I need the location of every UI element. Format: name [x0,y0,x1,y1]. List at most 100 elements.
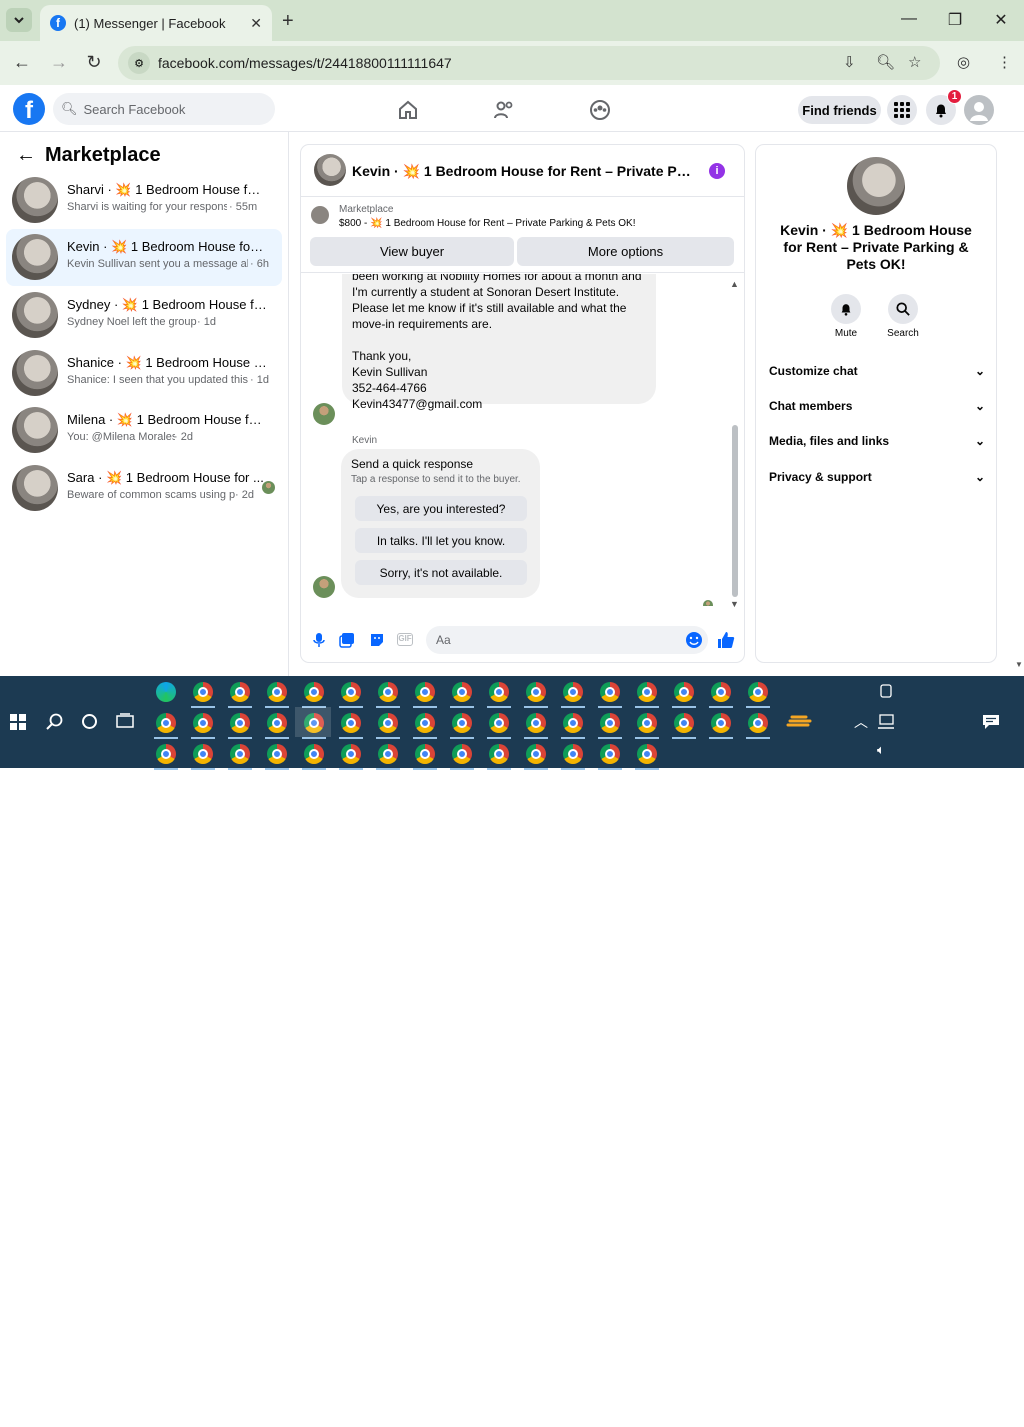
chrome-taskbar-icon[interactable] [452,744,472,764]
install-app-icon[interactable]: ⇩ [843,53,856,71]
chevron-up-icon[interactable]: ︿ [854,712,868,732]
facebook-logo-icon[interactable]: f [13,93,45,125]
chrome-taskbar-icon[interactable] [452,713,472,733]
facebook-search-input[interactable]: 🔍︎ Search Facebook [53,93,275,125]
conversation-item[interactable]: Sara · 💥 1 Bedroom House for ... Beware … [6,460,282,517]
chrome-taskbar-icon[interactable] [637,682,657,702]
chrome-taskbar-icon[interactable] [711,682,731,702]
quick-response-button[interactable]: Yes, are you interested? [355,496,527,521]
sender-avatar[interactable] [313,576,335,598]
reload-icon[interactable]: ↻ [83,52,105,73]
chrome-taskbar-icon[interactable] [341,744,361,764]
conversation-item[interactable]: Sydney · 💥 1 Bedroom House for ... Sydne… [6,287,282,344]
customize-chat-row[interactable]: Customize chat ⌄ [769,361,985,381]
chrome-taskbar-icon[interactable] [230,713,250,733]
chrome-taskbar-icon[interactable] [489,713,509,733]
groups-icon[interactable] [588,98,612,122]
chrome-taskbar-icon[interactable] [600,713,620,733]
conversation-item[interactable]: Kevin · 💥 1 Bedroom House for R... Kevin… [6,229,282,286]
close-window-icon[interactable]: ✕ [989,10,1013,30]
chrome-taskbar-icon[interactable] [526,744,546,764]
chrome-taskbar-icon[interactable] [748,682,768,702]
chrome-taskbar-icon[interactable] [563,682,583,702]
chrome-taskbar-icon[interactable] [267,713,287,733]
device-icon[interactable] [879,684,893,698]
scroll-down-icon[interactable]: ▼ [730,599,739,609]
weather-icon[interactable] [786,711,812,731]
chrome-taskbar-icon[interactable] [267,682,287,702]
conversation-item[interactable]: Shanice · 💥 1 Bedroom House for ... Shan… [6,345,282,402]
account-avatar[interactable] [964,95,994,125]
message-input[interactable]: Aa [426,626,708,654]
listing-detail[interactable]: $800 - 💥 1 Bedroom House for Rent – Priv… [339,218,635,229]
quick-response-button[interactable]: In talks. I'll let you know. [355,528,527,553]
tab-search-button[interactable] [6,8,32,32]
chrome-taskbar-icon[interactable] [193,744,213,764]
scroll-thumb[interactable] [732,425,738,597]
chrome-taskbar-icon[interactable] [156,713,176,733]
chrome-taskbar-icon[interactable] [526,713,546,733]
chat-scrollbar[interactable]: ▲ ▼ [730,279,740,609]
clock-time[interactable]: 8:04 AM [907,1366,961,1380]
minimize-icon[interactable]: — [897,10,921,28]
chrome-taskbar-icon[interactable] [304,682,324,702]
chrome-taskbar-icon[interactable] [230,744,250,764]
address-bar[interactable]: ⚙ facebook.com/messages/t/24418800111111… [118,46,940,80]
view-buyer-button[interactable]: View buyer [310,237,514,266]
info-icon[interactable]: i [709,163,725,179]
find-friends-button[interactable]: Find friends [798,96,881,124]
chrome-taskbar-icon[interactable] [341,682,361,702]
quick-response-button[interactable]: Sorry, it's not available. [355,560,527,585]
chrome-taskbar-icon[interactable] [711,713,731,733]
chrome-taskbar-icon[interactable] [674,682,694,702]
home-icon[interactable] [396,98,420,122]
mute-button[interactable]: Mute [826,294,866,339]
gif-icon[interactable]: GIF [397,633,413,646]
weather-temperature[interactable]: 34... [818,1390,843,1405]
bookmark-star-icon[interactable]: ☆ [908,53,921,71]
chrome-taskbar-icon[interactable] [489,744,509,764]
task-view-icon[interactable] [116,713,134,730]
chrome-taskbar-icon[interactable] [563,744,583,764]
scroll-up-icon[interactable]: ▲ [730,279,739,289]
clock-day[interactable]: Monday [907,1390,961,1404]
menu-grid-button[interactable] [887,95,917,125]
profile-icon[interactable]: ◎ [957,53,970,71]
chat-members-row[interactable]: Chat members ⌄ [769,396,985,416]
sender-avatar[interactable] [313,403,335,425]
chrome-taskbar-icon[interactable] [378,744,398,764]
more-menu-icon[interactable]: ⋮ [997,53,1012,71]
chrome-taskbar-icon[interactable] [674,713,694,733]
volume-icon[interactable]: 🔈︎ [877,742,885,758]
chat-avatar[interactable] [314,154,346,186]
thumbs-up-icon[interactable] [716,630,736,650]
chrome-taskbar-icon[interactable] [341,713,361,733]
emoji-icon[interactable] [685,631,703,649]
new-tab-button[interactable]: + [282,10,294,33]
microphone-icon[interactable] [311,632,327,648]
network-icon[interactable] [877,714,895,730]
chrome-taskbar-icon[interactable] [415,713,435,733]
chrome-taskbar-icon[interactable] [600,682,620,702]
media-files-links-row[interactable]: Media, files and links ⌄ [769,431,985,451]
more-options-button[interactable]: More options [517,237,734,266]
chrome-taskbar-icon[interactable] [415,744,435,764]
zoom-icon[interactable]: 🔍︎ [876,53,895,71]
active-tab[interactable]: f (1) Messenger | Facebook ✕ [40,5,272,41]
sticker-icon[interactable] [369,632,385,648]
edge-taskbar-icon[interactable] [156,682,176,702]
chrome-taskbar-icon[interactable] [378,713,398,733]
clock-date[interactable]: 8/11/2025 [903,1413,965,1427]
chrome-taskbar-icon[interactable] [193,713,213,733]
chrome-taskbar-icon[interactable] [156,744,176,764]
friends-icon[interactable] [492,98,516,122]
scroll-down-icon[interactable]: ▼ [1015,660,1023,669]
chrome-taskbar-icon[interactable] [526,682,546,702]
chrome-taskbar-icon[interactable] [452,682,472,702]
windows-start-icon[interactable] [10,714,26,730]
chrome-taskbar-icon[interactable] [230,682,250,702]
search-conversation-button[interactable]: Search [883,294,923,339]
chrome-taskbar-icon[interactable] [563,713,583,733]
close-tab-icon[interactable]: ✕ [250,15,262,32]
back-arrow-icon[interactable]: ← [16,144,36,167]
